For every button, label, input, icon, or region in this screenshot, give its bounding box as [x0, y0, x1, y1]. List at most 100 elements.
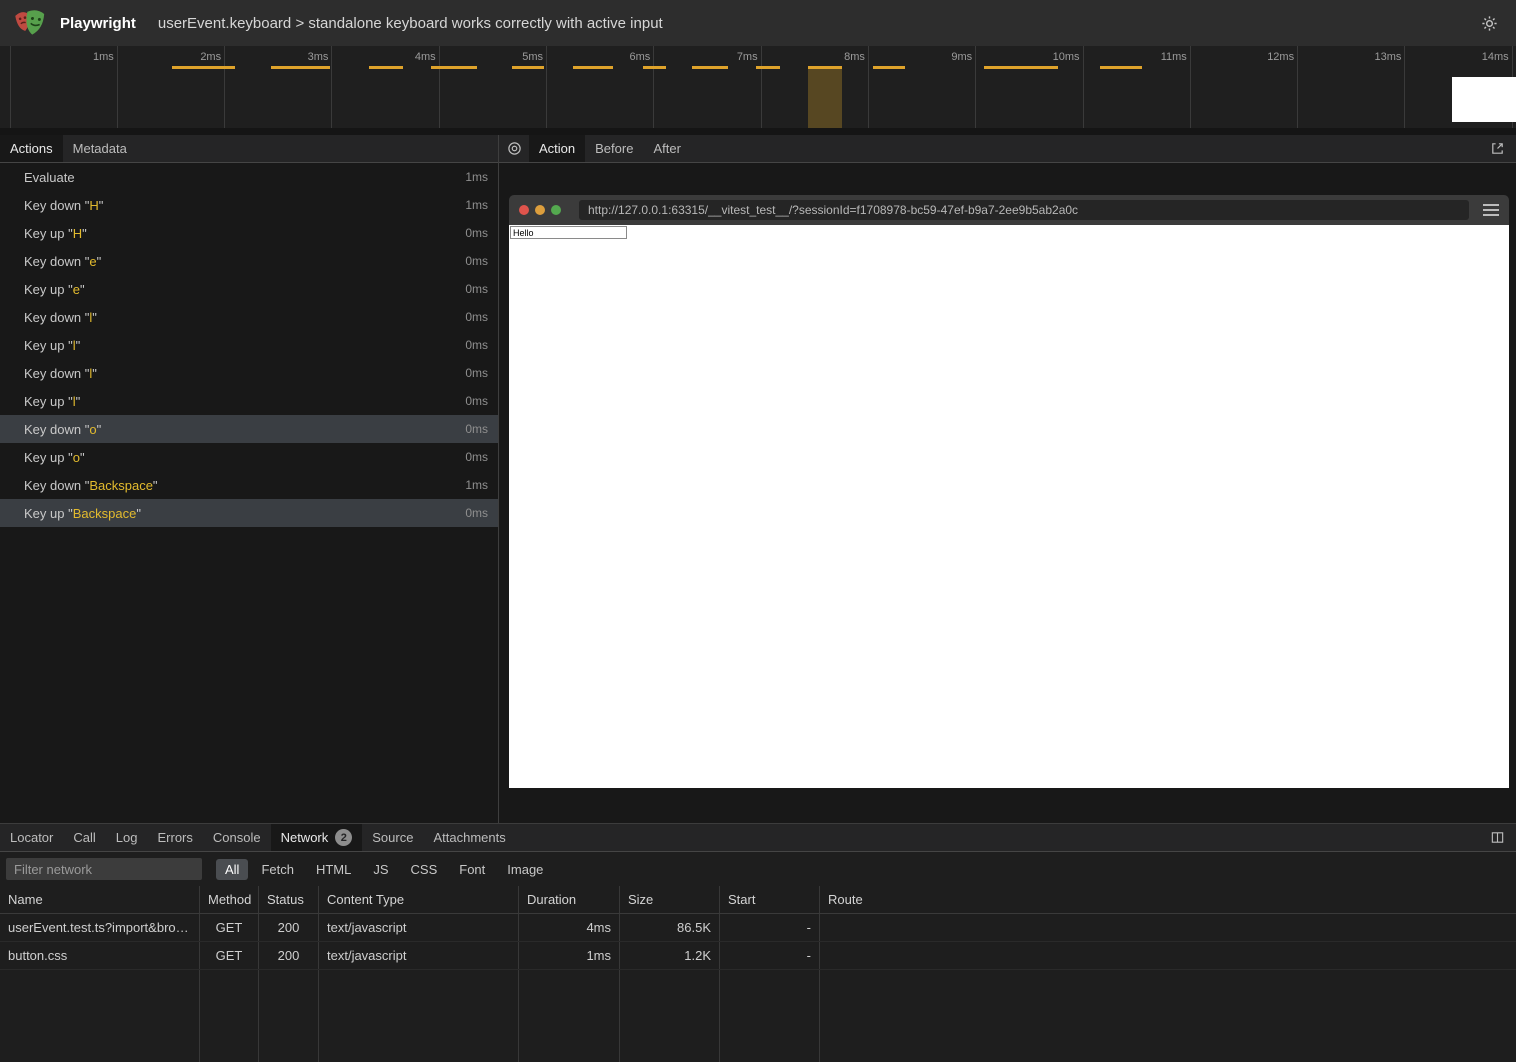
tab-actions[interactable]: Actions: [0, 135, 63, 162]
action-duration: 0ms: [465, 338, 488, 352]
tab-action[interactable]: Action: [529, 135, 585, 162]
tab-locator[interactable]: Locator: [0, 824, 63, 851]
app-title: Playwright: [60, 15, 136, 32]
network-request-row[interactable]: userEvent.test.ts?import&bro…GET200text/…: [0, 914, 1516, 942]
action-key: l: [73, 338, 76, 353]
timeline-gridline: [1297, 46, 1298, 128]
timeline-tick-label: 13ms: [1341, 51, 1401, 63]
timeline-gridline: [546, 46, 547, 128]
action-row[interactable]: Evaluate1ms: [0, 163, 498, 191]
request-cell: 1ms: [519, 942, 620, 969]
timeline-gridline: [761, 46, 762, 128]
filler-cell: [519, 970, 620, 1062]
tab-errors[interactable]: Errors: [147, 824, 202, 851]
timeline-tick-label: 14ms: [1449, 51, 1509, 63]
snapshot-page: [509, 225, 1509, 788]
action-row[interactable]: Key down "e"0ms: [0, 247, 498, 275]
page-text-input[interactable]: [510, 226, 627, 239]
action-key: o: [89, 422, 96, 437]
action-row[interactable]: Key up "H"0ms: [0, 219, 498, 247]
request-cell: 1.2K: [620, 942, 720, 969]
network-filter-input[interactable]: [6, 858, 202, 880]
filter-chip-image[interactable]: Image: [498, 859, 552, 880]
timeline-tick-label: 3ms: [268, 51, 328, 63]
action-row[interactable]: Key down "l"0ms: [0, 359, 498, 387]
timeline-action-mark: [271, 66, 330, 69]
action-row[interactable]: Key down "l"0ms: [0, 303, 498, 331]
actions-list: Evaluate1msKey down "H"1msKey up "H"0msK…: [0, 163, 498, 823]
network-filter-row: AllFetchHTMLJSCSSFontImage: [0, 852, 1516, 886]
request-cell: 4ms: [519, 914, 620, 941]
top-bar: Playwright userEvent.keyboard > standalo…: [0, 0, 1516, 46]
tab-label: Source: [372, 830, 413, 845]
tab-attachments[interactable]: Attachments: [423, 824, 515, 851]
action-duration: 0ms: [465, 422, 488, 436]
bottom-tabstrip: LocatorCallLogErrors Console Network2 Sourc…: [0, 824, 1516, 852]
tab-label: Attachments: [433, 830, 505, 845]
action-key: l: [89, 310, 92, 325]
action-row[interactable]: Key down "o"0ms: [0, 415, 498, 443]
playwright-logo-icon: [14, 8, 46, 38]
request-cell: -: [720, 914, 820, 941]
timeline-gridline: [1083, 46, 1084, 128]
request-cell: -: [720, 942, 820, 969]
toggle-panel-layout-icon[interactable]: [1482, 824, 1512, 851]
timeline-gridline: [117, 46, 118, 128]
pick-locator-icon[interactable]: [499, 135, 529, 162]
action-row[interactable]: Key up "o"0ms: [0, 443, 498, 471]
action-row[interactable]: Key up "l" 0ms: [0, 331, 498, 359]
traffic-light-close-icon: [519, 205, 529, 215]
action-duration: 0ms: [465, 394, 488, 408]
tab-console[interactable]: Console: [203, 824, 271, 851]
address-bar: http://127.0.0.1:63315/__vitest_test__/?…: [579, 200, 1469, 220]
action-label: Key down "Backspace": [24, 478, 158, 493]
tab-label: Console: [213, 830, 261, 845]
filter-chip-all[interactable]: All: [216, 859, 248, 880]
filter-chip-html[interactable]: HTML: [307, 859, 360, 880]
timeline-gridline: [653, 46, 654, 128]
action-row[interactable]: Key up "l" 0ms: [0, 387, 498, 415]
tab-metadata[interactable]: Metadata: [63, 135, 137, 162]
column-header: Name: [0, 886, 200, 913]
action-row[interactable]: Key up "Backspace"0ms: [0, 499, 498, 527]
bottom-panel: LocatorCallLogErrors Console Network2 Sourc…: [0, 823, 1516, 1062]
action-row[interactable]: Key up "e"0ms: [0, 275, 498, 303]
actions-tabstrip: ActionsMetadata: [0, 135, 498, 163]
network-table: NameMethodStatusContent TypeDurationSize…: [0, 886, 1516, 1062]
request-cell: [820, 942, 1516, 969]
network-request-row[interactable]: button.cssGET200text/javascript1ms1.2K-: [0, 942, 1516, 970]
filter-chip-css[interactable]: CSS: [402, 859, 447, 880]
filter-chip-fetch[interactable]: Fetch: [252, 859, 303, 880]
timeline-action-mark: [369, 66, 403, 69]
column-header: Status: [259, 886, 319, 913]
action-label: Key down "l": [24, 366, 97, 381]
timeline-screenshot-thumbnail: [1452, 77, 1516, 122]
action-label: Key up "l": [24, 394, 80, 409]
filler-cell: [0, 970, 200, 1062]
settings-gear-icon[interactable]: [1476, 10, 1502, 36]
tab-before[interactable]: Before: [585, 135, 643, 162]
tab-network[interactable]: Network2: [271, 824, 363, 851]
tab-source[interactable]: Source: [362, 824, 423, 851]
tab-after[interactable]: After: [643, 135, 690, 162]
tab-log[interactable]: Log: [106, 824, 148, 851]
browser-menu-icon: [1483, 204, 1499, 216]
action-label: Key up "l": [24, 338, 80, 353]
action-key: Backspace: [73, 506, 137, 521]
action-row[interactable]: Key down "H"1ms: [0, 191, 498, 219]
action-key: Backspace: [89, 478, 153, 493]
filter-chip-font[interactable]: Font: [450, 859, 494, 880]
timeline-tick-label: 7ms: [698, 51, 758, 63]
tab-call[interactable]: Call: [63, 824, 105, 851]
request-cell: 200: [259, 914, 319, 941]
timeline-canvas[interactable]: 1ms2ms3ms4ms5ms6ms7ms8ms9ms10ms11ms12ms1…: [0, 46, 1516, 128]
open-snapshot-window-icon[interactable]: [1482, 135, 1512, 162]
action-duration: 1ms: [465, 170, 488, 184]
column-header: Duration: [519, 886, 620, 913]
column-header: Start: [720, 886, 820, 913]
timeline-action-mark: [1100, 66, 1142, 69]
request-cell: GET: [200, 914, 259, 941]
filter-chip-js[interactable]: JS: [364, 859, 397, 880]
network-table-header: NameMethodStatusContent TypeDurationSize…: [0, 886, 1516, 914]
action-row[interactable]: Key down "Backspace"1ms: [0, 471, 498, 499]
